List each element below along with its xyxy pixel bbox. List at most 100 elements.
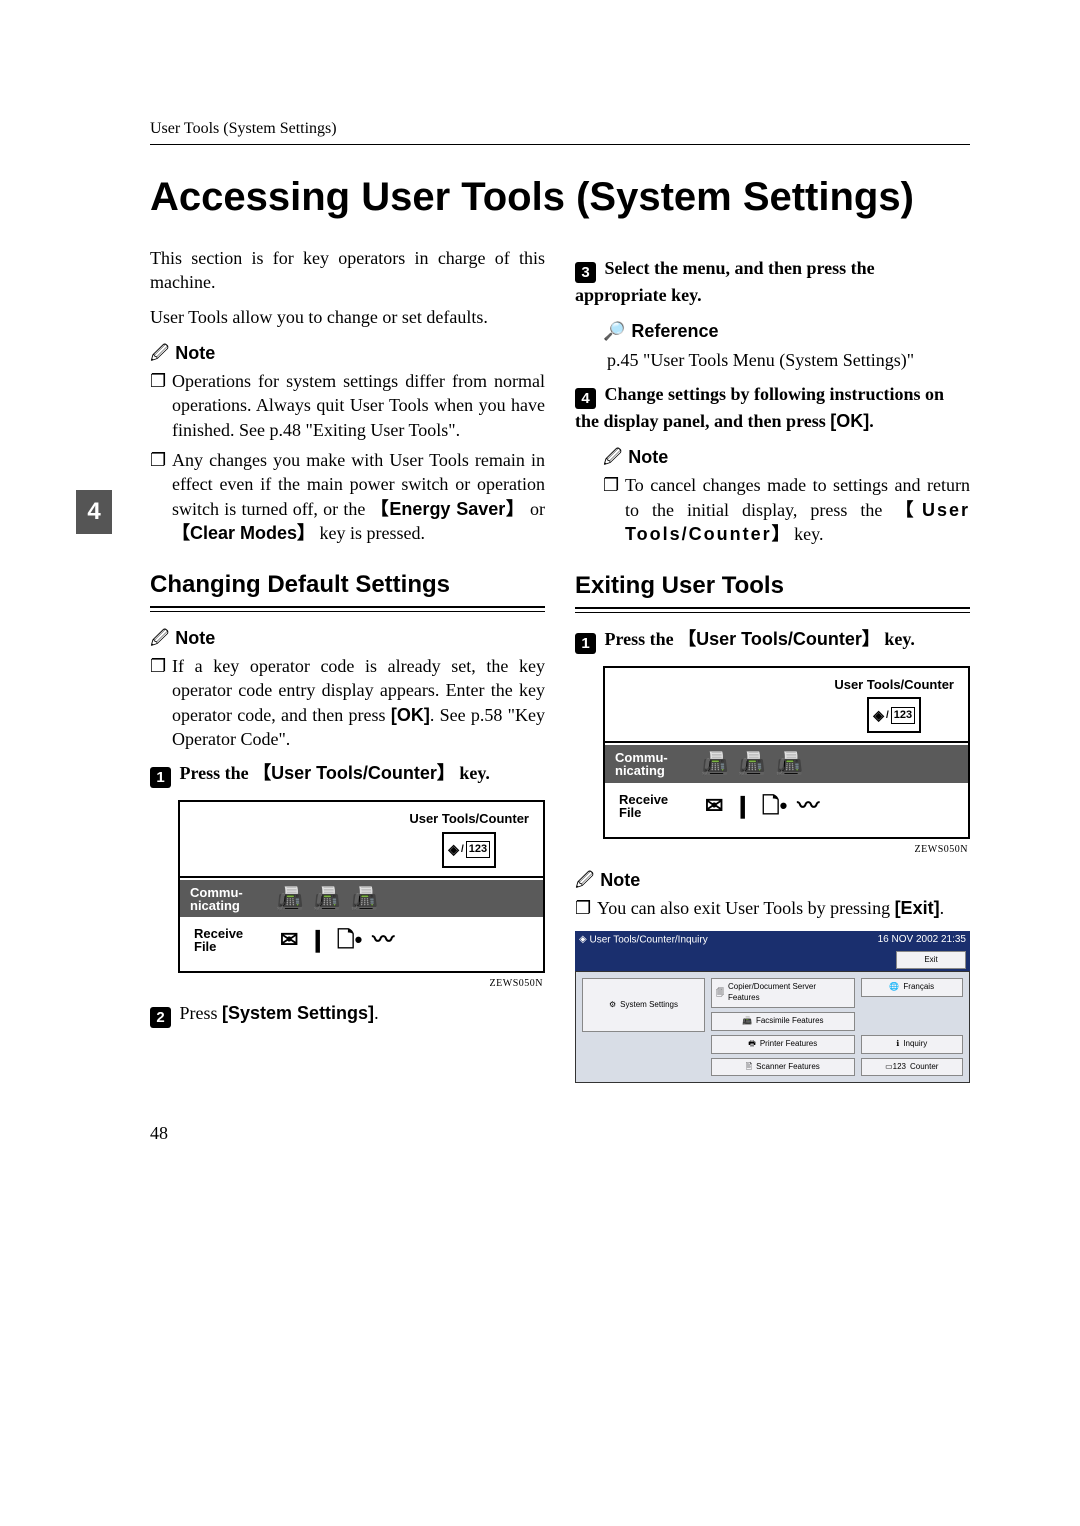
note-item: Operations for system settings differ fr… [150,369,545,442]
section-heading: Exiting User Tools [575,570,970,602]
text: Change settings by following instruction… [575,384,944,431]
button-label: Counter [910,1062,938,1073]
step: 3 Select the menu, and then press the ap… [575,256,970,307]
bracket: 【 [172,523,190,543]
text: key. [880,629,915,649]
printer-icon: 🖶 [748,1039,756,1050]
figure-label: User Tools/Counter [834,676,954,694]
step: 1 Press the 【User Tools/Counter】 key. [150,761,545,788]
exit-button[interactable]: Exit [896,951,966,970]
bracket: 【 [895,500,922,520]
pencil-icon: 🖉 [603,445,622,469]
text: Press the [605,629,679,649]
bracket: 】 [772,524,790,544]
note-heading: 🖉 Note [150,341,545,365]
step-number-icon: 1 [575,633,596,654]
pencil-icon: 🖉 [150,341,169,365]
text: key. [790,524,824,544]
envelope-icon: ✉ [705,791,723,821]
step-number-icon: 2 [150,1007,171,1028]
reference-text: p.45 "User Tools Menu (System Settings)" [603,348,970,372]
counter-button[interactable]: ▭123 Counter [861,1058,964,1077]
printer-features-button[interactable]: 🖶 Printer Features [711,1035,855,1054]
control-panel-figure: User Tools/Counter ◈/123 Commu- nicating… [603,666,970,839]
fax-send-icon: 📠 [701,749,728,779]
note-item: You can also exit User Tools by pressing… [575,896,970,920]
screen-datetime: 16 NOV 2002 21:35 [878,933,966,947]
fax-icon: 📠 [742,1016,752,1027]
scanner-features-button[interactable]: 🖹 Scanner Features [711,1058,855,1077]
inquiry-button[interactable]: ℹ Inquiry [861,1035,964,1054]
user-tools-button-icon: ◈/123 [442,832,496,868]
text: Press [180,1003,223,1023]
text: key is pressed. [315,523,425,543]
text: Press the [180,763,254,783]
button-label: System Settings [620,1000,678,1011]
attachment-icon: ❙ [308,925,326,955]
figure-caption: ZEWS050N [603,843,968,857]
pencil-icon: 🖉 [150,626,169,650]
language-button[interactable]: 🌐 Français [861,978,964,997]
figure-caption: ZEWS050N [178,977,543,991]
page-title: Accessing User Tools (System Settings) [150,175,970,220]
button-label: Scanner Features [756,1062,820,1073]
figure-row-label: Receive File [619,793,691,819]
touchscreen-figure: ◈ User Tools/Counter/Inquiry 16 NOV 2002… [575,931,970,1084]
bracket: 】 [437,763,455,783]
scanner-icon: 🖹 [746,1062,752,1073]
pencil-icon: 🖉 [575,868,594,892]
gear-icon: ⚙ [609,1000,616,1011]
key-name: [System Settings] [222,1003,374,1023]
text: or [525,499,545,519]
key-name: [OK] [391,705,430,725]
globe-icon: 🌐 [889,982,899,993]
envelope-icon: ✉ [280,925,298,955]
bracket: 】 [297,523,315,543]
key-name: [Exit] [895,898,940,918]
figure-row-label: Commu- nicating [190,886,262,912]
fax-send-icon: 📠 [776,749,803,779]
intro-text: User Tools allow you to change or set de… [150,305,545,329]
step-number-icon: 1 [150,767,171,788]
document-icon: 🗋• [337,925,362,955]
reference-label: Reference [631,319,718,343]
key-name: Clear Modes [190,523,297,543]
fax-send-icon: 📠 [351,884,378,914]
text: . [869,411,874,431]
reference-heading: 🔎 Reference [603,319,970,343]
button-label: Français [903,982,934,993]
intro-text: This section is for key operators in cha… [150,246,545,295]
rule [150,606,545,612]
system-settings-button[interactable]: ⚙ System Settings [582,978,705,1032]
step: 1 Press the 【User Tools/Counter】 key. [575,627,970,654]
fax-features-button[interactable]: 📠 Facsimile Features [711,1012,855,1031]
note-label: Note [600,868,640,892]
text: . [940,898,945,918]
button-label: Printer Features [760,1039,817,1050]
copier-features-button[interactable]: 🗐 Copier/Document Server Features [711,978,855,1008]
text: Select the menu, and then press the appr… [575,258,875,305]
note-heading: 🖉 Note [603,445,970,469]
button-label: Facsimile Features [756,1016,824,1027]
text: You can also exit User Tools by pressing [597,898,895,918]
step-number-icon: 3 [575,262,596,283]
screen-title: ◈ User Tools/Counter/Inquiry [579,933,708,947]
note-item: If a key operator code is already set, t… [150,654,545,751]
fax-send-icon: 📠 [738,749,765,779]
section-heading: Changing Default Settings [150,569,545,601]
text: . [374,1003,379,1023]
note-heading: 🖉 Note [150,626,545,650]
bracket: 】 [862,629,880,649]
bracket: 】 [505,499,525,519]
note-label: Note [175,626,215,650]
left-column: This section is for key operators in cha… [150,246,545,1083]
running-head: User Tools (System Settings) [150,120,970,138]
figure-row-label: Receive File [194,927,266,953]
fax-send-icon: 📠 [276,884,303,914]
rule [150,144,970,145]
user-tools-button-icon: ◈/123 [867,697,921,733]
chapter-tab: 4 [76,490,112,534]
counter-icon: ▭123 [885,1062,906,1073]
note-heading: 🖉 Note [575,868,970,892]
step-number-icon: 4 [575,388,596,409]
